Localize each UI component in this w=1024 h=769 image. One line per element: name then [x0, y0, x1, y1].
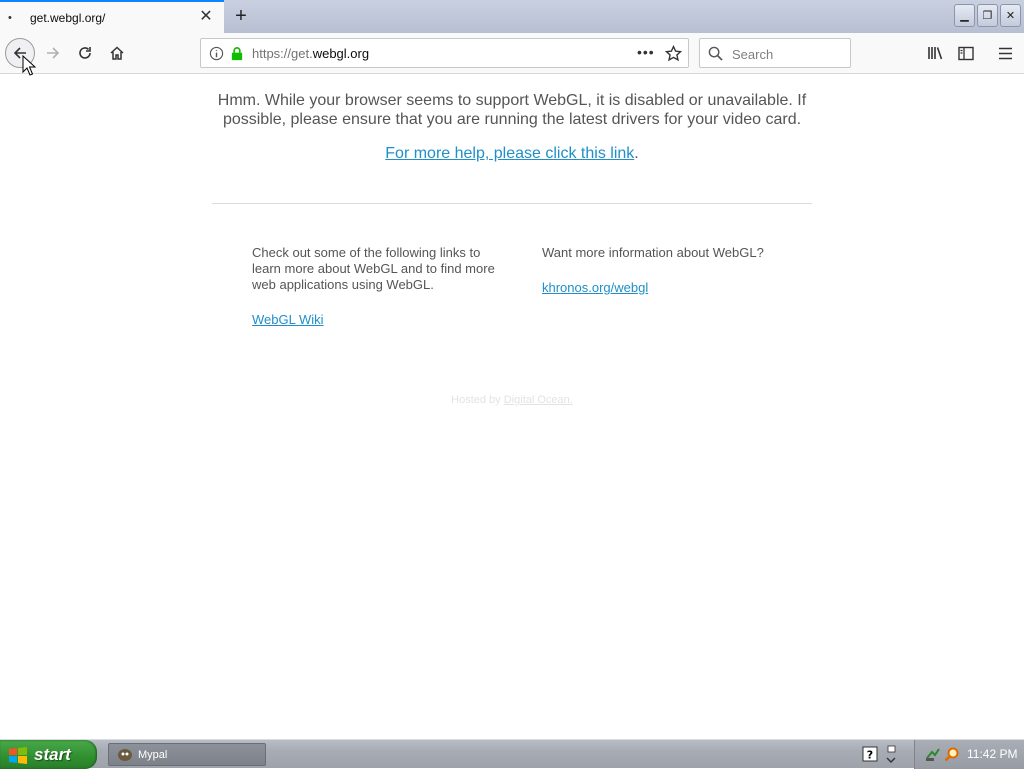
- window-close-button[interactable]: ✕: [1000, 4, 1021, 27]
- right-column: Want more information about WebGL? khron…: [542, 245, 792, 296]
- library-button[interactable]: [920, 38, 950, 68]
- menu-button[interactable]: [990, 38, 1020, 68]
- left-column-text: Check out some of the following links to…: [252, 245, 495, 292]
- sidebar-button[interactable]: [951, 38, 981, 68]
- url-text[interactable]: https://get.webgl.org: [252, 46, 369, 61]
- info-icon[interactable]: [209, 46, 224, 61]
- network-icon[interactable]: [925, 746, 941, 762]
- search-bar[interactable]: Search: [699, 38, 851, 68]
- help-link[interactable]: For more help, please click this link: [385, 145, 634, 162]
- clock: 11:42 PM: [967, 747, 1018, 761]
- start-button[interactable]: start: [0, 740, 97, 769]
- navigation-toolbar: https://get.webgl.org ••• Search: [0, 33, 1024, 74]
- left-column: Check out some of the following links to…: [252, 245, 502, 328]
- tab-favicon: •: [8, 12, 12, 24]
- hamburger-menu-icon: [998, 47, 1012, 59]
- taskbar-item-mypal[interactable]: Mypal: [108, 743, 266, 766]
- tab-strip: • get.webgl.org/ ✕ + ▁ ❐ ✕: [0, 0, 1024, 34]
- mypal-app-icon: [118, 748, 132, 761]
- taskbar: start Mypal ? 11:42 PM: [0, 739, 1024, 769]
- svg-text:?: ?: [867, 749, 873, 762]
- tab-close-icon[interactable]: ✕: [196, 7, 216, 27]
- tab-title: get.webgl.org/: [30, 11, 106, 25]
- url-bar[interactable]: https://get.webgl.org •••: [200, 38, 689, 68]
- home-button[interactable]: [102, 38, 132, 68]
- divider: [212, 203, 812, 204]
- help-paragraph: For more help, please click this link.: [212, 145, 812, 163]
- taskbar-item-label: Mypal: [138, 748, 168, 761]
- page-content: Hmm. While your browser seems to support…: [0, 75, 1024, 739]
- home-icon: [110, 46, 124, 60]
- search-placeholder: Search: [732, 47, 774, 62]
- reload-icon: [79, 47, 91, 59]
- window-minimize-button[interactable]: ▁: [954, 4, 975, 27]
- forward-button[interactable]: [38, 38, 68, 68]
- webgl-error-message: Hmm. While your browser seems to support…: [217, 92, 807, 128]
- digital-ocean-link[interactable]: Digital Ocean.: [504, 394, 573, 406]
- search-tray-icon[interactable]: [944, 746, 960, 762]
- search-icon: [708, 46, 723, 61]
- right-column-text: Want more information about WebGL?: [542, 245, 764, 260]
- help-icon[interactable]: ?: [862, 746, 878, 762]
- reload-button[interactable]: [70, 38, 100, 68]
- help-link-suffix: .: [634, 145, 639, 162]
- system-tray: 11:42 PM: [914, 740, 1024, 769]
- tray-expand-icon[interactable]: [884, 744, 898, 766]
- webgl-wiki-link[interactable]: WebGL Wiki: [252, 312, 324, 328]
- start-label: start: [34, 744, 71, 764]
- sidebar-icon: [958, 46, 974, 60]
- mouse-cursor-icon: [22, 55, 36, 76]
- windows-flag-icon: [9, 746, 27, 764]
- page-actions-icon[interactable]: •••: [637, 44, 655, 60]
- tab-active[interactable]: • get.webgl.org/ ✕: [0, 0, 224, 34]
- library-icon: [927, 47, 942, 60]
- hosted-prefix: Hosted by: [451, 394, 504, 406]
- hosted-by-footer: Hosted by Digital Ocean.: [212, 394, 812, 406]
- khronos-link[interactable]: khronos.org/webgl: [542, 280, 648, 296]
- bookmark-star-icon[interactable]: [665, 45, 682, 62]
- lock-icon[interactable]: [230, 46, 244, 61]
- forward-arrow-icon: [47, 47, 60, 59]
- new-tab-button[interactable]: +: [228, 4, 254, 30]
- window-maximize-button[interactable]: ❐: [977, 4, 998, 27]
